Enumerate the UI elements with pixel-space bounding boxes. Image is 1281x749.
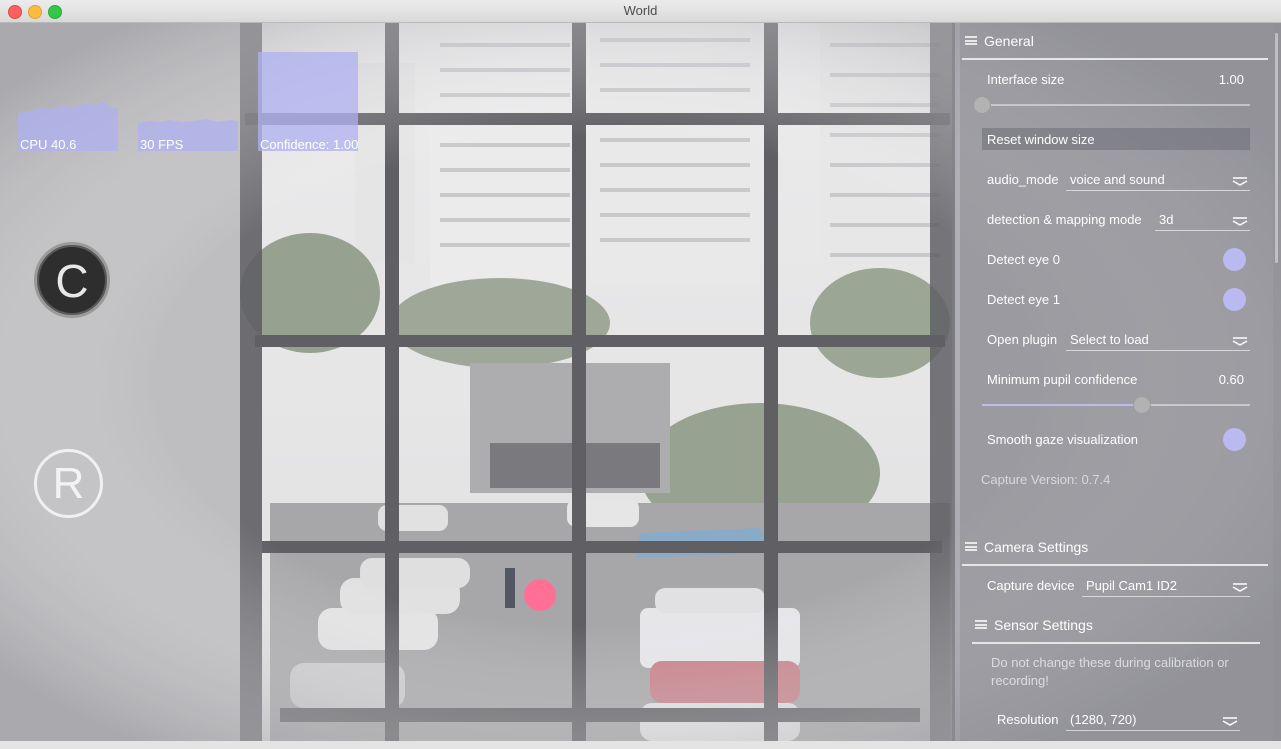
resolution-label: Resolution: [997, 712, 1059, 727]
capture-device-label: Capture device: [987, 578, 1075, 593]
sensor-settings-title: Sensor Settings: [994, 617, 1093, 633]
open-plugin-label: Open plugin: [987, 332, 1058, 347]
window-titlebar: World: [0, 0, 1281, 23]
sensor-settings-note: Do not change these during calibration o…: [991, 655, 1229, 688]
gaze-point-marker: [524, 579, 556, 611]
interface-size-label: Interface size: [987, 72, 1065, 87]
min-pupil-confidence-slider-fill: [982, 404, 1142, 406]
confidence-label: Confidence: 1.00: [260, 137, 359, 152]
interface-size-slider[interactable]: [982, 104, 1250, 106]
general-section-divider: [962, 58, 1268, 60]
capture-device-value: Pupil Cam1 ID2: [1086, 578, 1178, 593]
camera-section-divider: [962, 564, 1268, 566]
calibrate-button[interactable]: C: [34, 242, 110, 318]
calibrate-icon: C: [55, 255, 89, 307]
smooth-gaze-toggle[interactable]: [1223, 428, 1246, 451]
hamburger-icon[interactable]: [965, 542, 977, 551]
min-pupil-confidence-value: 0.60: [1218, 372, 1244, 387]
open-plugin-value: Select to load: [1070, 332, 1149, 347]
camera-settings-title: Camera Settings: [984, 539, 1089, 555]
detect-eye1-toggle[interactable]: [1223, 288, 1246, 311]
audio-mode-select[interactable]: voice and sound: [1066, 170, 1250, 191]
chevron-down-icon: [1232, 583, 1248, 592]
audio-mode-value: voice and sound: [1070, 172, 1165, 187]
chevron-down-icon: [1222, 717, 1238, 726]
sensor-section-divider: [972, 642, 1260, 644]
capture-version-text: Capture Version: 0.7.4: [981, 472, 1111, 487]
capture-device-select[interactable]: Pupil Cam1 ID2: [1082, 576, 1250, 597]
min-pupil-confidence-slider-knob[interactable]: [1133, 396, 1151, 414]
record-button[interactable]: R: [34, 449, 103, 518]
audio-mode-label: audio_mode: [987, 172, 1059, 187]
window-title: World: [623, 3, 658, 18]
interface-size-slider-knob[interactable]: [973, 96, 991, 114]
detection-mode-select[interactable]: 3d: [1155, 210, 1250, 231]
hamburger-icon[interactable]: [965, 36, 977, 45]
fps-label: 30 FPS: [140, 137, 184, 152]
chevron-down-icon: [1232, 217, 1248, 226]
detect-eye0-toggle[interactable]: [1223, 248, 1246, 271]
panel-scrollbar-thumb[interactable]: [1275, 33, 1278, 263]
min-pupil-confidence-label: Minimum pupil confidence: [987, 372, 1138, 387]
resolution-value: (1280, 720): [1070, 712, 1137, 727]
cpu-label: CPU 40.6: [20, 137, 77, 152]
detect-eye1-label: Detect eye 1: [987, 292, 1060, 307]
general-section-title: General: [984, 33, 1034, 49]
detection-mode-value: 3d: [1159, 212, 1174, 227]
record-icon: R: [52, 459, 85, 508]
hamburger-icon[interactable]: [975, 620, 987, 629]
settings-panel: General Interface size 1.00 Reset window…: [952, 23, 1281, 741]
chevron-down-icon: [1232, 337, 1248, 346]
detect-eye0-label: Detect eye 0: [987, 252, 1060, 267]
world-camera-view[interactable]: CPU 40.6 30 FPS Confidence: 1.00 C R Gen…: [0, 23, 1281, 741]
chevron-down-icon: [1232, 177, 1248, 186]
smooth-gaze-label: Smooth gaze visualization: [987, 432, 1139, 447]
detection-mode-label: detection & mapping mode: [987, 212, 1142, 227]
interface-size-value: 1.00: [1218, 72, 1244, 87]
reset-window-size-label: Reset window size: [987, 132, 1095, 147]
resolution-select[interactable]: (1280, 720): [1066, 710, 1240, 731]
window-bottom-edge: [0, 741, 1281, 749]
open-plugin-select[interactable]: Select to load: [1066, 330, 1250, 351]
